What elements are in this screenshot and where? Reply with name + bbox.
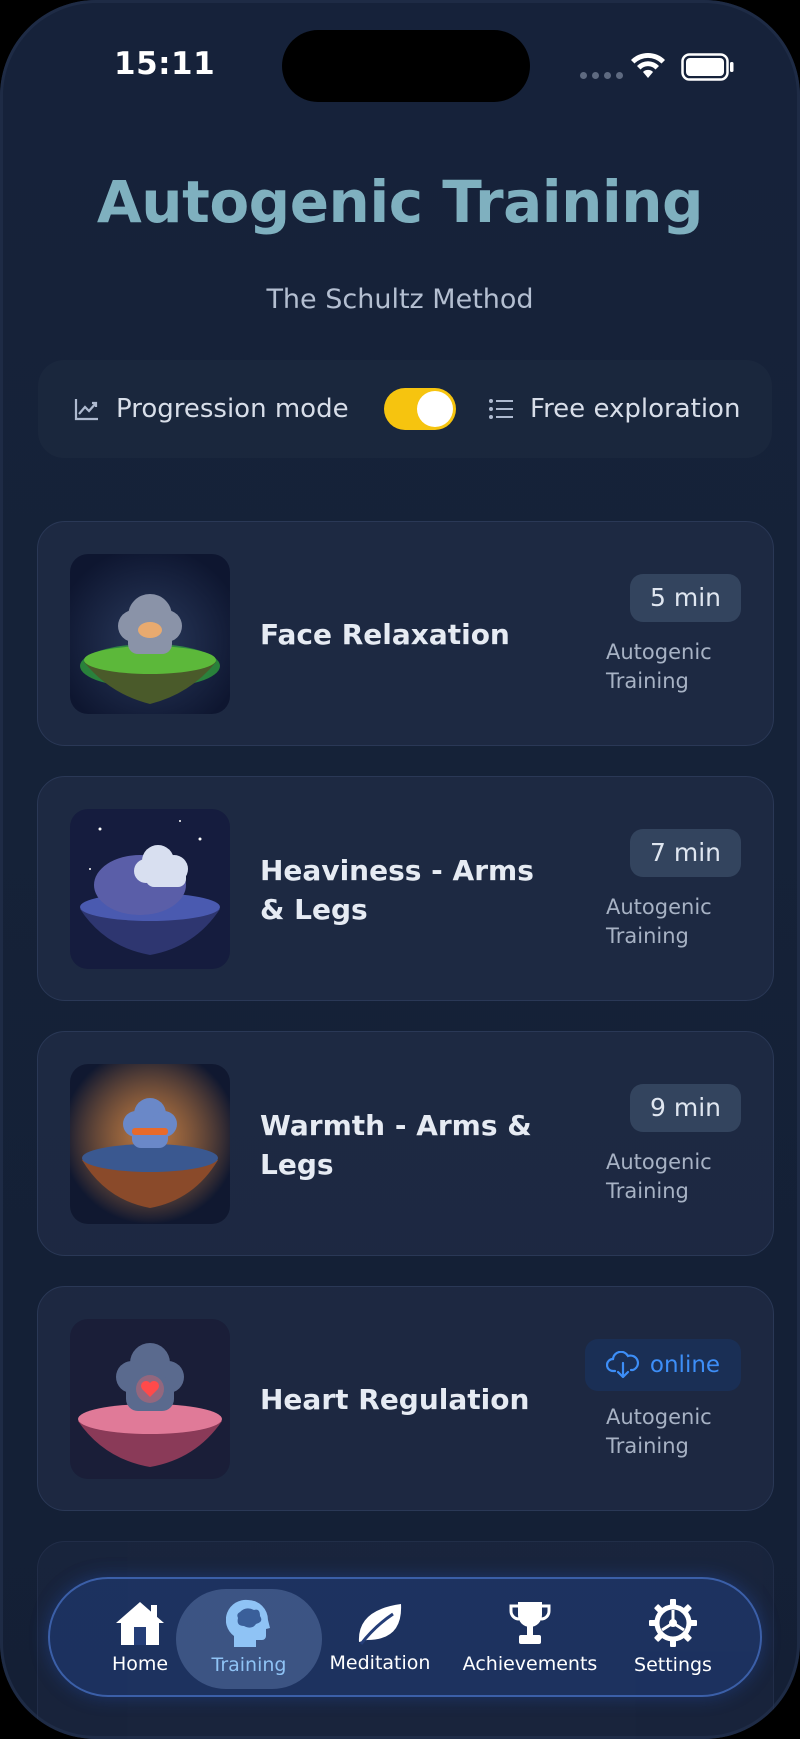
gear-icon [649, 1599, 697, 1647]
app-screen: 15:11 Autogenic Training The Schultz Met… [0, 0, 800, 1739]
trophy-icon [509, 1602, 551, 1644]
tab-label: Achievements [462, 1653, 598, 1675]
session-card-face-relaxation[interactable]: Face Relaxation 5 min Autogenic Training [37, 521, 774, 746]
session-category: Autogenic Training [606, 1150, 712, 1203]
session-title: Warmth - Arms & Legs [260, 1108, 532, 1181]
dynamic-island [282, 30, 530, 102]
free-exploration-label: Free exploration [530, 394, 741, 424]
session-title: Face Relaxation [260, 618, 510, 651]
page-subtitle: The Schultz Method [266, 284, 534, 315]
page-title: Autogenic Training [96, 168, 704, 236]
session-card-warmth[interactable]: Warmth - Arms & Legs 9 min Autogenic Tra… [37, 1031, 774, 1256]
tab-label: Home [111, 1653, 169, 1675]
tab-meditation[interactable]: Meditation [320, 1579, 440, 1695]
leaf-icon [358, 1604, 402, 1645]
battery-icon [681, 53, 734, 81]
cellular-signal-icon [580, 72, 623, 79]
tab-achievements[interactable]: Achievements [458, 1579, 602, 1695]
mode-toggle[interactable] [384, 388, 456, 430]
tab-label: Settings [634, 1654, 712, 1676]
brain-head-icon [226, 1599, 270, 1647]
session-thumbnail [70, 809, 230, 969]
mode-switch-bar: Progression mode Free exploration [38, 360, 772, 458]
session-category: Autogenic Training [606, 640, 712, 693]
home-icon [116, 1602, 164, 1645]
cloud-download-icon [605, 1351, 639, 1379]
online-label: online [649, 1352, 721, 1378]
status-time: 15:11 [114, 46, 216, 82]
session-thumbnail [70, 1319, 230, 1479]
session-title: Heaviness - Arms & Legs [260, 853, 534, 926]
session-title: Heart Regulation [260, 1383, 530, 1416]
duration-badge: 5 min [630, 574, 741, 622]
online-badge[interactable]: online [585, 1339, 741, 1391]
free-exploration-option[interactable]: Free exploration [488, 360, 740, 458]
toggle-knob [417, 391, 453, 427]
chart-line-icon [74, 399, 98, 421]
session-category: Autogenic Training [606, 1405, 712, 1458]
progression-mode-label: Progression mode [116, 394, 349, 424]
tab-bar: Home Training Meditation Achievements Se… [48, 1577, 762, 1697]
list-icon [489, 399, 513, 419]
wifi-icon [631, 52, 665, 78]
tab-home[interactable]: Home [88, 1579, 192, 1695]
tab-label: Training [211, 1654, 287, 1676]
session-category: Autogenic Training [606, 895, 712, 948]
tab-label: Meditation [329, 1652, 431, 1674]
duration-badge: 7 min [630, 829, 741, 877]
progression-mode-option[interactable]: Progression mode [74, 360, 349, 458]
session-thumbnail [70, 1064, 230, 1224]
session-card-heaviness[interactable]: Heaviness - Arms & Legs 7 min Autogenic … [37, 776, 774, 1001]
session-thumbnail [70, 554, 230, 714]
tab-settings[interactable]: Settings [618, 1579, 728, 1695]
tab-training[interactable]: Training [194, 1579, 304, 1695]
duration-badge: 9 min [630, 1084, 741, 1132]
session-card-heart-regulation[interactable]: Heart Regulation online Autogenic Traini… [37, 1286, 774, 1511]
